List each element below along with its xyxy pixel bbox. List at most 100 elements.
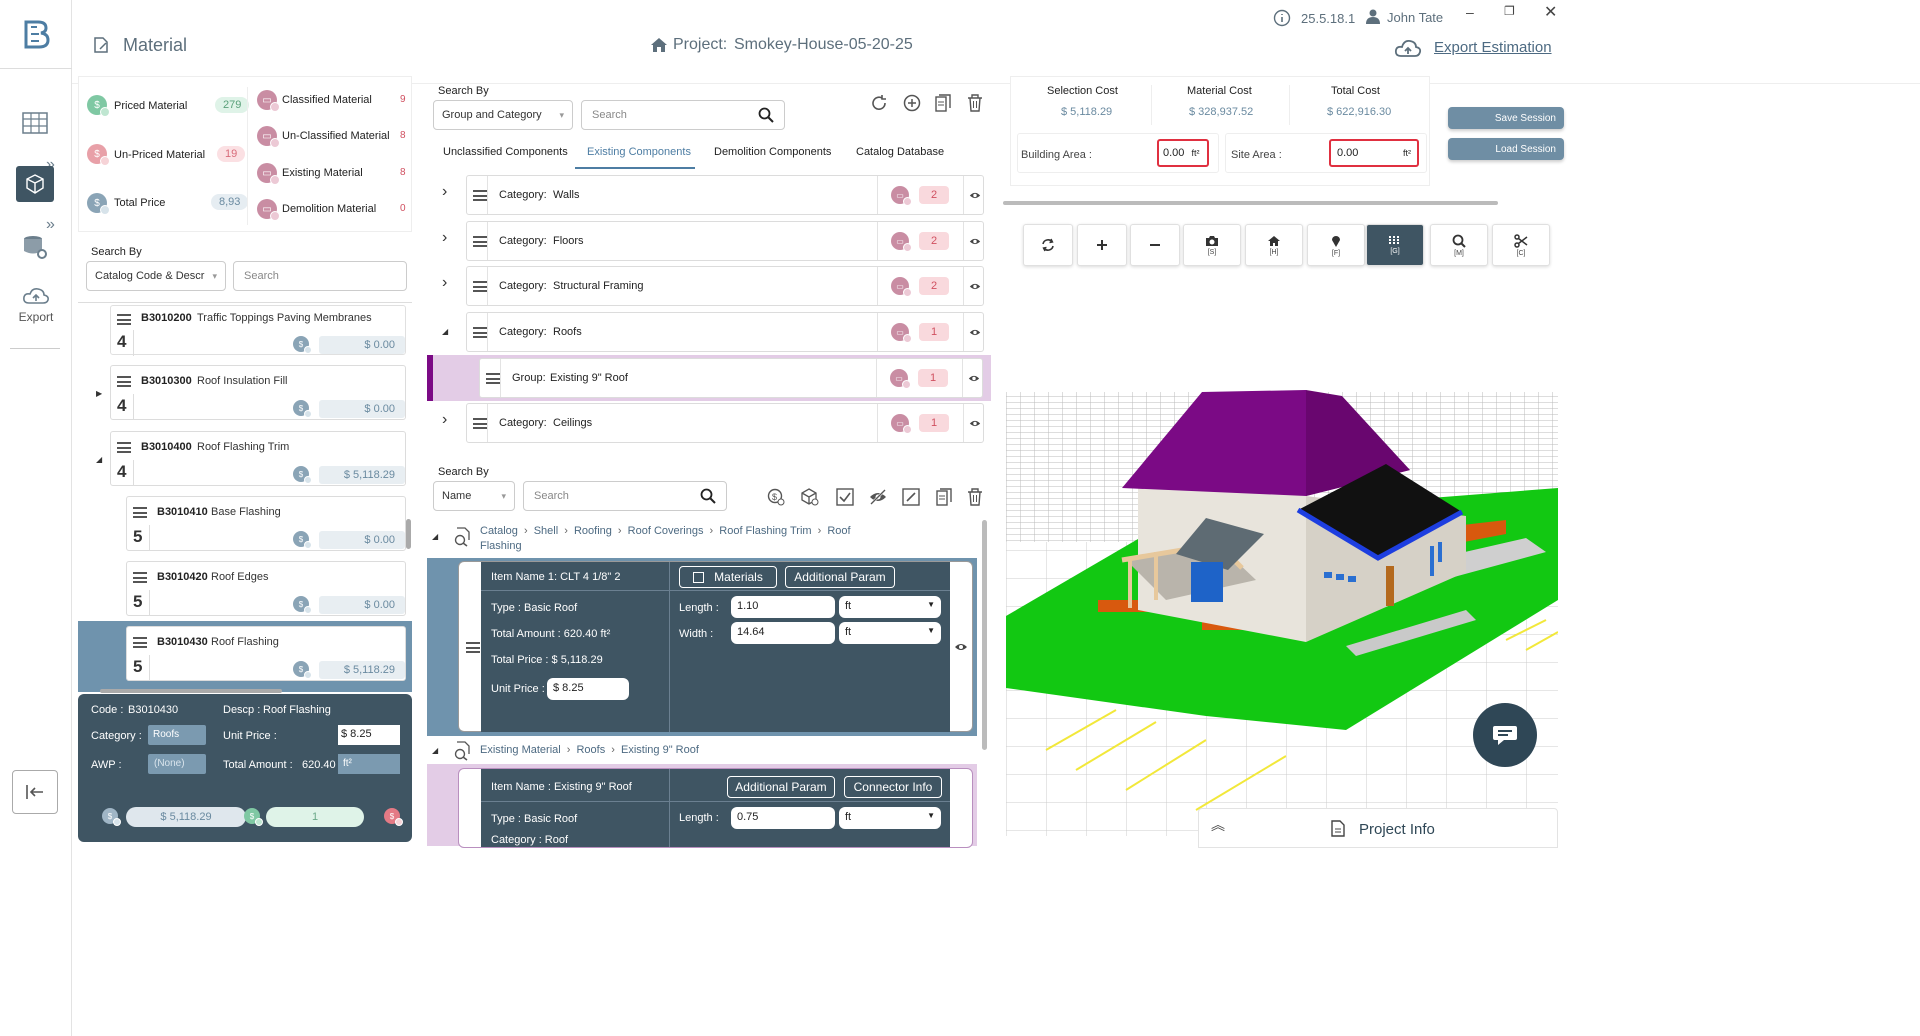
tab-catalog-database[interactable]: Catalog Database: [856, 146, 944, 158]
mid-search-input[interactable]: Search: [581, 100, 785, 130]
close-button[interactable]: ✕: [1544, 2, 1557, 22]
detail-unit-price-input[interactable]: $ 8.25: [338, 725, 400, 745]
viewer-pin-button[interactable]: [F]: [1307, 224, 1365, 266]
group-row[interactable]: Group: Existing 9" Roof ▭ 1: [479, 358, 983, 398]
spreadsheet-icon[interactable]: [22, 112, 48, 134]
detail-category-select[interactable]: Roofs: [148, 725, 206, 745]
demolition-material-label[interactable]: Demolition Material: [282, 203, 376, 215]
breadcrumb-item[interactable]: Roofs: [576, 744, 605, 756]
minimize-button[interactable]: –: [1466, 4, 1474, 20]
logout-button[interactable]: [12, 770, 58, 814]
search-icon[interactable]: [758, 107, 774, 123]
viewer-home-button[interactable]: [H]: [1245, 224, 1303, 266]
priced-material-label[interactable]: Priced Material: [114, 100, 187, 112]
menu-icon[interactable]: [133, 507, 147, 518]
list-item[interactable]: B3010400 Roof Flashing Trim 4 $ $ 5,118.…: [110, 431, 406, 486]
delete-icon[interactable]: [967, 94, 983, 112]
length-input[interactable]: 0.75: [731, 807, 835, 829]
menu-icon[interactable]: [133, 637, 147, 648]
category-row[interactable]: Category: Ceilings ▭ 1: [466, 403, 984, 443]
copy-document-icon[interactable]: [936, 488, 952, 506]
info-icon[interactable]: [1273, 9, 1291, 27]
breadcrumb-item[interactable]: Roof Coverings: [628, 525, 704, 537]
cloud-upload-icon[interactable]: [1394, 38, 1422, 58]
chat-button[interactable]: [1473, 703, 1537, 767]
vertical-scrollbar[interactable]: [982, 520, 987, 750]
collapse-arrow-icon[interactable]: ◢: [432, 532, 438, 541]
category-row[interactable]: Category: Floors ▭ 2: [466, 221, 984, 261]
collapse-arrow-icon[interactable]: ◢: [432, 746, 438, 755]
list-item[interactable]: B3010300 Roof Insulation Fill 4 $ $ 0.00: [110, 365, 406, 420]
breadcrumb-item[interactable]: Shell: [534, 525, 558, 537]
width-unit-select[interactable]: ft ▼: [839, 622, 941, 644]
tab-demolition[interactable]: Demolition Components: [714, 146, 831, 158]
hide-eye-icon[interactable]: [869, 488, 887, 506]
copy-document-icon[interactable]: [935, 94, 951, 112]
expand-arrow-icon[interactable]: ›: [442, 183, 447, 201]
eye-icon[interactable]: [969, 237, 981, 246]
menu-icon[interactable]: [473, 236, 487, 247]
item-card[interactable]: Item Name : Existing 9" Roof Additional …: [458, 768, 973, 848]
lower-search-select[interactable]: Name ▾: [433, 481, 515, 511]
viewer-camera-button[interactable]: [S]: [1183, 224, 1241, 266]
menu-icon[interactable]: [117, 442, 131, 453]
site-area-input[interactable]: 0.00 ft²: [1329, 139, 1419, 167]
length-input[interactable]: 1.10: [731, 596, 835, 618]
materials-button[interactable]: Materials: [679, 566, 777, 588]
user-name[interactable]: John Tate: [1387, 10, 1443, 25]
expand-up-icon[interactable]: ︽: [1211, 815, 1225, 835]
menu-icon[interactable]: [473, 327, 487, 338]
connector-info-button[interactable]: Connector Info: [844, 776, 942, 798]
restore-button[interactable]: ❐: [1504, 4, 1515, 18]
expand-chevron-icon[interactable]: »: [46, 216, 55, 234]
eye-icon[interactable]: [969, 419, 981, 428]
3d-viewport[interactable]: [1006, 270, 1558, 836]
list-item-selected[interactable]: B3010430 Roof Flashing 5 $ $ 5,118.29: [126, 626, 406, 681]
search-icon[interactable]: [700, 488, 716, 504]
left-search-select[interactable]: Catalog Code & Descr ▾: [86, 261, 226, 291]
lower-search-input[interactable]: Search: [523, 481, 727, 511]
mid-search-select[interactable]: Group and Category ▾: [433, 100, 573, 130]
breadcrumb-item[interactable]: Roof Flashing Trim: [719, 525, 811, 537]
eye-icon[interactable]: [969, 282, 981, 291]
expand-arrow-icon[interactable]: ▶: [96, 389, 102, 398]
delete-icon[interactable]: [967, 488, 983, 506]
eye-icon[interactable]: [954, 642, 968, 652]
edit-icon[interactable]: [902, 488, 920, 506]
checkbox-icon[interactable]: [836, 488, 854, 506]
expand-arrow-icon[interactable]: ›: [442, 411, 447, 429]
refresh-icon[interactable]: [870, 94, 888, 112]
menu-icon[interactable]: [117, 376, 131, 387]
expand-arrow-icon[interactable]: ›: [442, 274, 447, 292]
item-card[interactable]: Item Name 1: CLT 4 1/8" 2 Materials Addi…: [458, 561, 973, 732]
category-row[interactable]: Category: Walls ▭ 2: [466, 175, 984, 215]
classified-material-label[interactable]: Classified Material: [282, 94, 372, 106]
eye-icon[interactable]: [969, 328, 981, 337]
breadcrumb-item[interactable]: Existing Material: [480, 744, 561, 756]
list-item[interactable]: B3010200 Traffic Toppings Paving Membran…: [110, 305, 406, 356]
viewer-grid-button[interactable]: [G]: [1366, 224, 1424, 266]
width-input[interactable]: 14.64: [731, 622, 835, 644]
checkbox-icon[interactable]: [693, 571, 705, 583]
viewer-zoom-out-button[interactable]: [1130, 224, 1180, 266]
detail-total-amount-unit[interactable]: ft²: [338, 754, 400, 774]
export-nav-item[interactable]: Export: [0, 286, 72, 324]
category-row[interactable]: Category: Structural Framing ▭ 2: [466, 266, 984, 306]
collapse-arrow-icon[interactable]: ◢: [96, 455, 102, 464]
tab-unclassified[interactable]: Unclassified Components: [443, 146, 568, 158]
save-session-button[interactable]: Save Session: [1448, 107, 1564, 129]
eye-icon[interactable]: [969, 191, 981, 200]
eye-icon[interactable]: [968, 374, 980, 383]
menu-icon[interactable]: [473, 418, 487, 429]
menu-icon[interactable]: [473, 190, 487, 201]
length-unit-select[interactable]: ft ▼: [839, 807, 941, 829]
menu-icon[interactable]: [473, 281, 487, 292]
list-item[interactable]: B3010420 Roof Edges 5 $ $ 0.00: [126, 561, 406, 616]
additional-param-button[interactable]: Additional Param: [727, 776, 835, 798]
add-circle-icon[interactable]: [903, 94, 921, 112]
viewer-zoom-in-button[interactable]: [1077, 224, 1127, 266]
menu-icon[interactable]: [466, 642, 480, 653]
box-settings-icon[interactable]: [801, 488, 819, 506]
viewer-refresh-button[interactable]: [1023, 224, 1073, 266]
list-item[interactable]: B3010410 Base Flashing 5 $ $ 0.00: [126, 496, 406, 551]
